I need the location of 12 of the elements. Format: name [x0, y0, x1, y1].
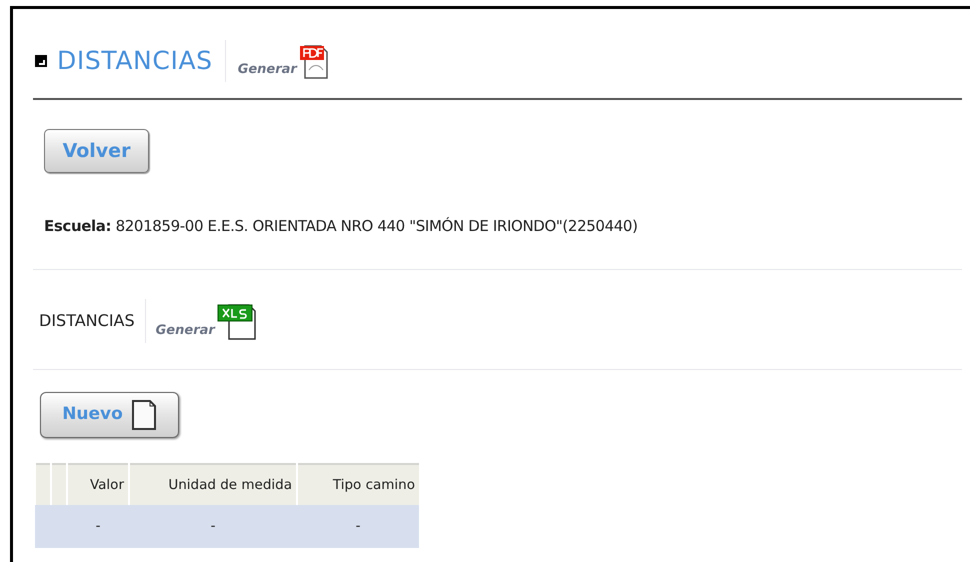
generate-xls-link[interactable]: Generar: [156, 300, 259, 340]
generate-pdf-link[interactable]: Generar: [238, 42, 329, 80]
blank-page-icon: [130, 399, 157, 431]
table-cell: -: [129, 505, 297, 548]
collapse-icon[interactable]: [35, 54, 47, 66]
table-title: DISTANCIAS: [39, 310, 135, 332]
table-cell: -: [297, 505, 419, 548]
table-cell: -: [67, 505, 129, 548]
back-button[interactable]: Volver: [44, 129, 149, 173]
section-title: DISTANCIAS: [57, 44, 213, 77]
new-button[interactable]: Nuevo: [40, 392, 179, 438]
school-info: Escuela: 8201859-00 E.E.S. ORIENTADA NRO 440 "SIMÓN DE IRIONDO"(2250440): [44, 216, 639, 237]
